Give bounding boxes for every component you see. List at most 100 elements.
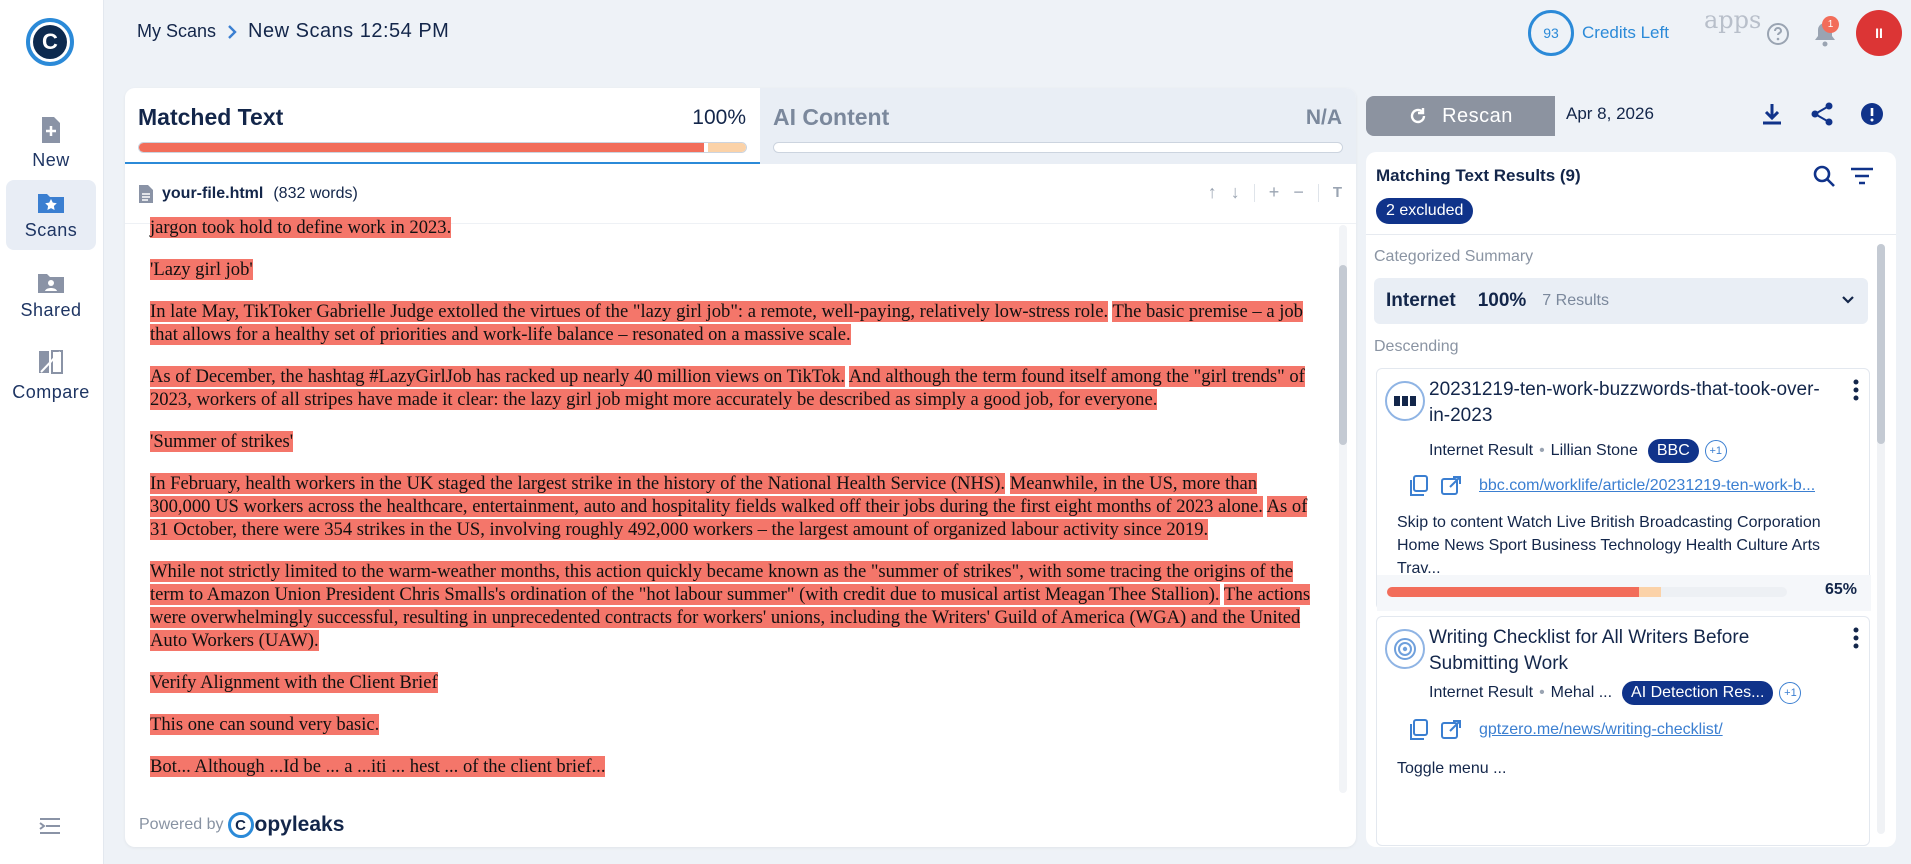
open-external-icon[interactable]	[1441, 476, 1461, 496]
result-title[interactable]: Writing Checklist for All Writers Before…	[1429, 625, 1839, 677]
toolbar-divider	[1253, 183, 1255, 202]
text-format-icon[interactable]: T	[1333, 184, 1342, 201]
rescan-button[interactable]: Rescan	[1366, 96, 1555, 136]
matched-text-segment[interactable]: As of December, the hashtag #LazyGirlJob…	[150, 366, 846, 387]
gptzero-source-icon	[1385, 629, 1425, 669]
result-match-fill	[1387, 587, 1639, 597]
wordmark-text: opyleaks	[254, 813, 345, 836]
credits-indicator[interactable]: 93 Credits Left	[1528, 10, 1669, 56]
tab-matched-title: Matched Text	[138, 104, 284, 130]
breadcrumb-my-scans[interactable]: My Scans	[137, 21, 216, 42]
result-match-percent: 65%	[1824, 581, 1857, 598]
search-icon[interactable]	[1812, 164, 1836, 193]
tab-matched-text[interactable]: Matched Text 100%	[125, 88, 760, 164]
category-row-internet[interactable]: Internet 100% 7 Results	[1374, 278, 1868, 324]
wordmark-letter: C	[227, 812, 254, 838]
nav-item-new[interactable]: New	[6, 108, 96, 178]
file-icon	[139, 184, 153, 203]
document-paragraph: Verify Alignment with the Client Brief	[150, 671, 1314, 694]
credits-label: Credits Left	[1582, 23, 1669, 42]
open-external-icon[interactable]	[1441, 720, 1461, 740]
results-panel: Matching Text Results (9) 2 excluded Cat…	[1366, 152, 1896, 847]
result-link-row: bbc.com/worklife/article/20231219-ten-wo…	[1409, 475, 1815, 497]
result-url[interactable]: gptzero.me/news/writing-checklist/	[1479, 721, 1723, 739]
meta-separator: •	[1539, 442, 1545, 459]
more-options-icon[interactable]	[1853, 379, 1859, 401]
help-icon[interactable]	[1766, 22, 1790, 51]
more-tags-badge[interactable]: +1	[1704, 440, 1727, 462]
new-document-icon	[42, 116, 60, 143]
document-paragraph: Bot... Although ...Id be ... a ...iti ..…	[150, 755, 1314, 778]
bbc-source-icon	[1385, 381, 1425, 421]
compare-icon	[39, 349, 63, 374]
more-tags-badge[interactable]: +1	[1779, 682, 1802, 704]
download-icon[interactable]	[1761, 102, 1783, 131]
info-alert-icon[interactable]	[1860, 102, 1884, 131]
user-avatar[interactable]: II	[1856, 10, 1902, 56]
copyleaks-logo[interactable]: C	[26, 18, 74, 66]
matched-text-segment[interactable]: Bot... Although ...Id be ... a ...iti ..…	[150, 756, 606, 777]
document-paragraph: 'Lazy girl job'	[150, 258, 1314, 281]
matched-progress-fill	[139, 143, 704, 152]
result-card[interactable]: 20231219-ten-work-buzzwords-that-took-ov…	[1376, 368, 1871, 611]
notifications-count-badge: 1	[1822, 16, 1839, 33]
document-paragraph: In February, health workers in the UK st…	[150, 472, 1314, 541]
document-paragraph: This one can sound very basic.	[150, 713, 1314, 736]
apps-menu[interactable]: apps	[1704, 6, 1761, 34]
document-scrollbar[interactable]	[1339, 225, 1347, 793]
results-scrollbar[interactable]	[1877, 244, 1885, 834]
categorized-summary-label: Categorized Summary	[1374, 248, 1534, 265]
filter-icon[interactable]	[1850, 166, 1874, 191]
matched-text-segment[interactable]: 'Lazy girl job'	[150, 259, 253, 280]
collapse-menu-icon[interactable]	[38, 816, 62, 841]
file-name: your-file.html	[162, 184, 264, 202]
result-type: Internet Result	[1429, 684, 1534, 701]
excluded-badge[interactable]: 2 excluded	[1376, 198, 1474, 224]
matched-text-segment[interactable]: 'Summer of strikes'	[150, 431, 294, 452]
matched-text-segment[interactable]: The basic premise	[1112, 301, 1248, 322]
nav-item-compare[interactable]: Compare	[6, 340, 96, 410]
copy-icon[interactable]	[1409, 719, 1429, 741]
credits-ring: 93	[1528, 10, 1574, 56]
results-scroll-thumb[interactable]	[1877, 244, 1885, 444]
nav-item-scans[interactable]: Scans	[6, 180, 96, 250]
scans-star-icon	[38, 193, 64, 213]
share-icon[interactable]	[1810, 102, 1834, 131]
document-scroll-thumb[interactable]	[1339, 265, 1347, 445]
zoom-out-icon[interactable]: −	[1293, 182, 1304, 203]
document-paragraph: 'Summer of strikes'	[150, 430, 1314, 453]
matched-text-segment[interactable]: This one can sound very basic.	[150, 714, 380, 735]
result-url[interactable]: bbc.com/worklife/article/20231219-ten-wo…	[1479, 477, 1815, 495]
category-count: 7 Results	[1542, 292, 1609, 309]
matched-text-segment[interactable]: jargon took hold to define work in 2023.	[150, 217, 452, 238]
copyleaks-wordmark: Copyleaks	[227, 812, 345, 838]
more-options-icon[interactable]	[1853, 627, 1859, 649]
scan-date: Apr 8, 2026	[1566, 104, 1654, 123]
next-match-arrow-icon[interactable]: ↓	[1231, 182, 1240, 203]
sort-order-label[interactable]: Descending	[1374, 338, 1459, 356]
nav-label-new: New	[32, 149, 70, 170]
previous-match-arrow-icon[interactable]: ↑	[1208, 182, 1217, 203]
copy-icon[interactable]	[1409, 475, 1429, 497]
matched-text-segment[interactable]: While not strictly limited to the warm-w…	[150, 561, 1293, 605]
nav-item-shared[interactable]: Shared	[6, 260, 96, 330]
matched-text-segment[interactable]: – the largest amount of organized labour…	[752, 519, 1209, 540]
matched-text-segment[interactable]: In February, health workers in the UK st…	[150, 473, 1006, 494]
chevron-down-icon[interactable]	[1840, 294, 1856, 306]
matched-text-segment[interactable]: Verify Alignment with the Client Brief	[150, 672, 438, 693]
credits-value: 93	[1543, 25, 1559, 41]
powered-by-label: Powered by	[139, 816, 224, 833]
zoom-in-icon[interactable]: +	[1269, 182, 1280, 203]
tab-ai-content[interactable]: AI Content N/A	[760, 88, 1356, 164]
matched-text-segment[interactable]: – resonated on a massive scale.	[618, 324, 851, 345]
result-snippet: Toggle menu ...	[1397, 760, 1507, 777]
report-tabs: Matched Text 100% AI Content N/A	[125, 88, 1356, 164]
category-name: Internet	[1386, 290, 1456, 311]
result-tag[interactable]: AI Detection Res...	[1622, 681, 1774, 705]
document-paragraph: As of December, the hashtag #LazyGirlJob…	[150, 365, 1314, 411]
result-title[interactable]: 20231219-ten-work-buzzwords-that-took-ov…	[1429, 377, 1839, 429]
result-tag[interactable]: BBC	[1647, 439, 1699, 463]
result-card[interactable]: Writing Checklist for All Writers Before…	[1376, 616, 1870, 846]
document-text: jargon took hold to define work in 2023.…	[125, 216, 1332, 790]
matched-text-segment[interactable]: In late May, TikToker Gabrielle Judge ex…	[150, 301, 1109, 322]
